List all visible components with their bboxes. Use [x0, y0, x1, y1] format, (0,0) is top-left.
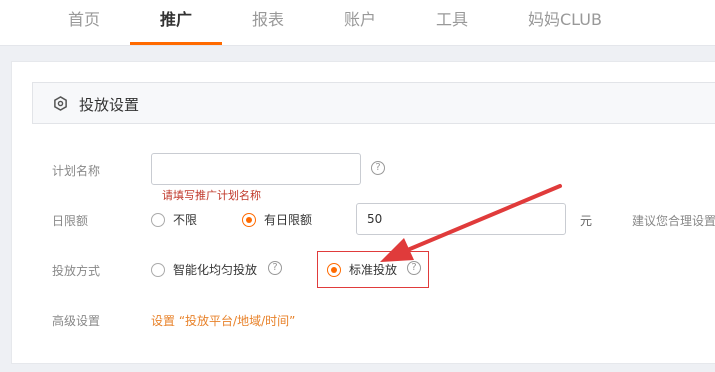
annotation-arrow-icon — [380, 184, 562, 262]
